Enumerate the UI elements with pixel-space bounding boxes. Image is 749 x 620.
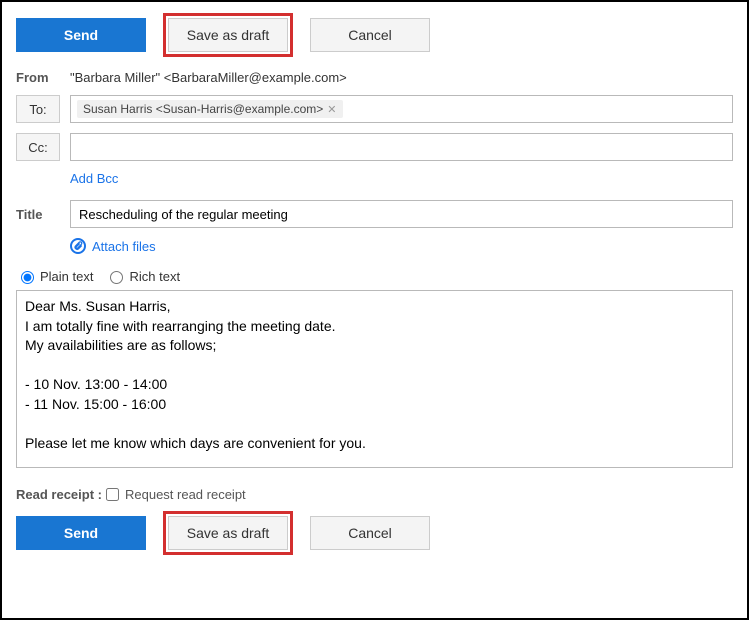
title-input[interactable] xyxy=(77,201,726,227)
paperclip-icon xyxy=(70,238,86,254)
save-draft-button-top[interactable]: Save as draft xyxy=(168,18,288,52)
format-row: Plain text Rich text xyxy=(16,268,733,284)
read-receipt-checkbox[interactable] xyxy=(106,488,119,501)
to-recipient-chip[interactable]: Susan Harris <Susan-Harris@example.com> … xyxy=(77,100,343,118)
rich-text-radio[interactable] xyxy=(110,271,123,284)
top-button-row: Send Save as draft Cancel xyxy=(16,18,733,52)
send-button-bottom[interactable]: Send xyxy=(16,516,146,550)
remove-recipient-icon[interactable]: ✕ xyxy=(327,103,336,116)
add-bcc-row: Add Bcc xyxy=(70,171,733,186)
plain-text-label: Plain text xyxy=(40,269,93,284)
read-receipt-label: Read receipt : xyxy=(16,487,102,502)
attach-files-link[interactable]: Attach files xyxy=(92,239,156,254)
cc-text-input[interactable] xyxy=(77,134,726,160)
to-recipient-text: Susan Harris <Susan-Harris@example.com> xyxy=(83,102,323,116)
title-row: Title xyxy=(16,200,733,228)
bottom-button-row: Send Save as draft Cancel xyxy=(16,516,733,550)
cc-label-button[interactable]: Cc: xyxy=(16,133,60,161)
rich-text-label: Rich text xyxy=(129,269,180,284)
to-input[interactable]: Susan Harris <Susan-Harris@example.com> … xyxy=(70,95,733,123)
add-bcc-link[interactable]: Add Bcc xyxy=(70,171,118,186)
compose-email-window: Send Save as draft Cancel From "Barbara … xyxy=(0,0,749,620)
from-value: "Barbara Miller" <BarbaraMiller@example.… xyxy=(70,70,347,85)
send-button-top[interactable]: Send xyxy=(16,18,146,52)
rich-text-option[interactable]: Rich text xyxy=(105,268,180,284)
from-row: From "Barbara Miller" <BarbaraMiller@exa… xyxy=(16,70,733,85)
save-draft-button-bottom[interactable]: Save as draft xyxy=(168,516,288,550)
cancel-button-bottom[interactable]: Cancel xyxy=(310,516,430,550)
request-read-receipt-label: Request read receipt xyxy=(125,487,246,502)
plain-text-radio[interactable] xyxy=(21,271,34,284)
cc-input[interactable] xyxy=(70,133,733,161)
title-input-box[interactable] xyxy=(70,200,733,228)
plain-text-option[interactable]: Plain text xyxy=(16,268,93,284)
from-label: From xyxy=(16,70,70,85)
to-label-button[interactable]: To: xyxy=(16,95,60,123)
read-receipt-row: Read receipt : Request read receipt xyxy=(16,487,733,502)
to-row: To: Susan Harris <Susan-Harris@example.c… xyxy=(16,95,733,123)
cc-row: Cc: xyxy=(16,133,733,161)
attach-row: Attach files xyxy=(70,238,733,254)
title-label: Title xyxy=(16,207,70,222)
cancel-button-top[interactable]: Cancel xyxy=(310,18,430,52)
message-body[interactable] xyxy=(16,290,733,468)
